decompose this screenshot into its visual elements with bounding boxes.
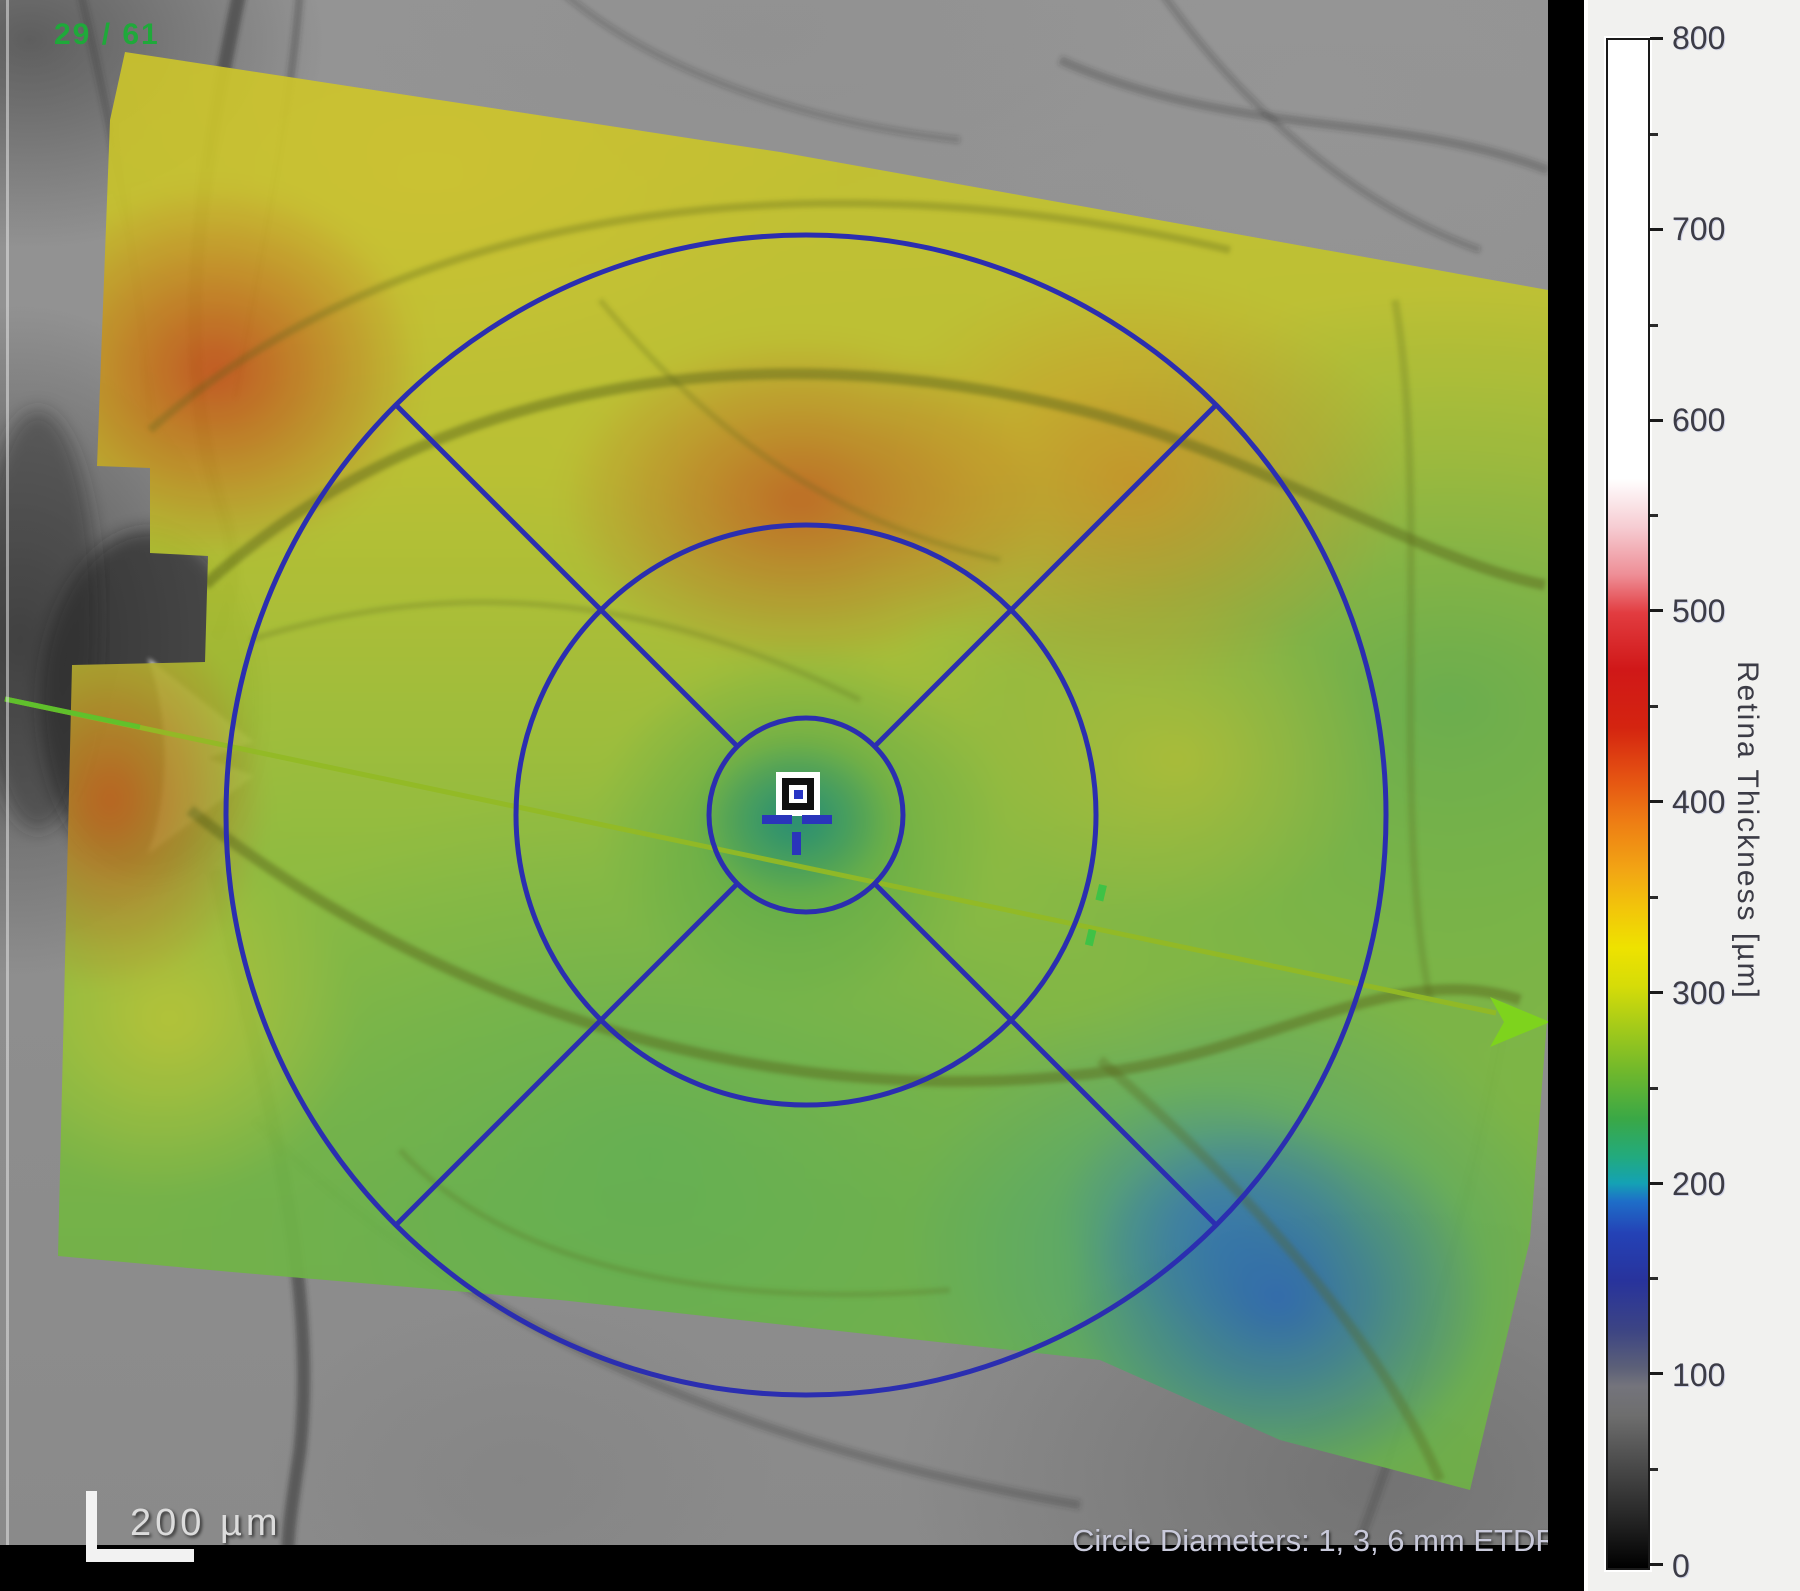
footer-note: Circle Diameters: 1, 3, 6 mm ETDRS: [1072, 1523, 1548, 1559]
tick-label: 0: [1672, 1546, 1725, 1586]
fovea-marker-dot: [794, 790, 803, 799]
oct-thickness-map-view: 29 / 61 200 µm Circle Diameters: 1, 3, 6…: [0, 0, 1800, 1591]
grid-diagonal-se: [875, 884, 1216, 1225]
colorbar-title: Retina Thickness [µm]: [1730, 0, 1764, 1591]
minor-tick-mark: [1650, 1087, 1658, 1090]
tick-label: 600: [1672, 400, 1725, 440]
tick-label: 200: [1672, 1164, 1725, 1204]
minor-tick-mark: [1650, 705, 1658, 708]
tick-mark: [1650, 37, 1663, 40]
minor-tick-mark: [1650, 324, 1658, 327]
tick-label: 800: [1672, 18, 1725, 58]
fovea-marker-ring: [782, 778, 814, 810]
tick-label: 700: [1672, 209, 1725, 249]
minor-tick-mark: [1650, 133, 1658, 136]
tick-label: 500: [1672, 591, 1725, 631]
grid-diagonal-nw: [396, 405, 737, 746]
fovea-submarker: [762, 815, 792, 824]
tick-label: 300: [1672, 973, 1725, 1013]
colorbar-minor-ticks: [1650, 133, 1658, 1471]
colorbar-panel: 800 700 600 500 400 300 200 100 0 Retina…: [1584, 0, 1800, 1591]
colorbar-labels: 800 700 600 500 400 300 200 100 0: [1672, 18, 1725, 1586]
image-right-strip: [1548, 0, 1584, 1591]
minor-tick-mark: [1650, 896, 1658, 899]
grid-diagonal-ne: [875, 405, 1216, 746]
colorbar-title-text: Retina Thickness [µm]: [1730, 661, 1764, 1000]
tick-mark: [1650, 1563, 1663, 1566]
tick-label: 400: [1672, 782, 1725, 822]
minor-tick-mark: [1650, 1468, 1658, 1471]
fovea-marker-icon[interactable]: [776, 772, 820, 816]
tick-label: 100: [1672, 1355, 1725, 1395]
etdrs-grid: [0, 0, 1548, 1591]
minor-tick-mark: [1650, 1277, 1658, 1280]
fovea-submarker: [802, 815, 832, 824]
minor-tick-mark: [1650, 514, 1658, 517]
scale-bar: [86, 1549, 194, 1562]
grid-diagonal-sw: [396, 884, 737, 1225]
scale-bar-label: 200 µm: [130, 1502, 282, 1545]
colorbar-gradient: [1606, 38, 1650, 1570]
fovea-submarker: [792, 832, 801, 855]
frame-counter: 29 / 61: [54, 18, 160, 52]
fundus-image: 29 / 61 200 µm Circle Diameters: 1, 3, 6…: [0, 0, 1548, 1591]
image-left-edge: [6, 0, 9, 1591]
